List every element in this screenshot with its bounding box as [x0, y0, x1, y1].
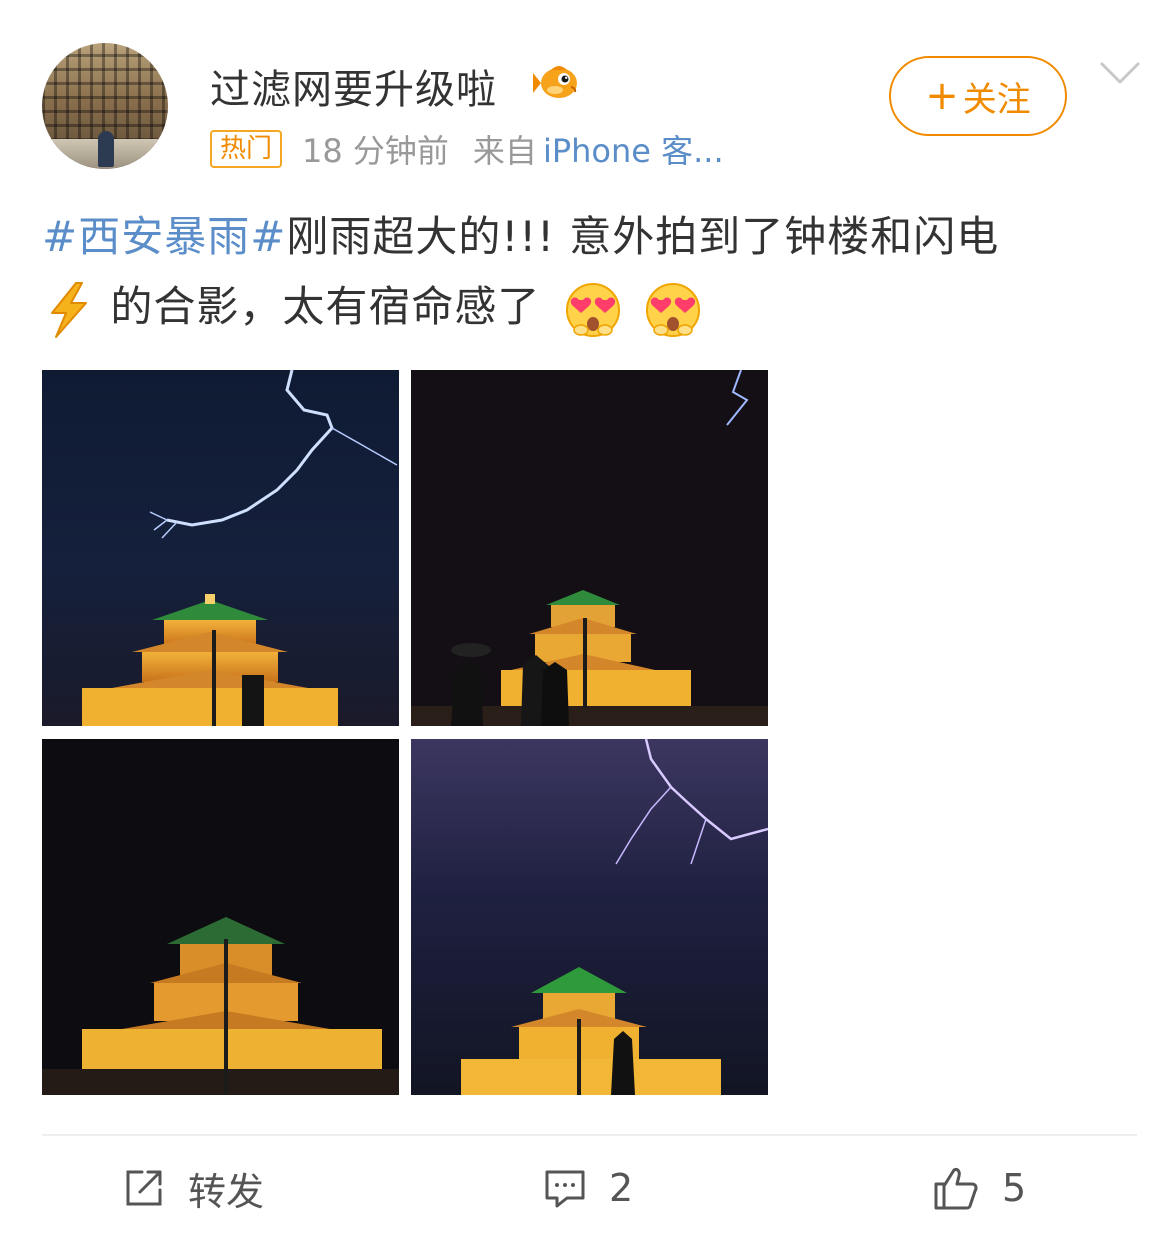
- post-text: #西安暴雨#刚雨超大的!!! 意外拍到了钟楼和闪电 的合影，太有宿命感了: [42, 202, 1132, 342]
- clock-tower-purple-lightning-photo[interactable]: [411, 739, 768, 1095]
- chevron-down-icon[interactable]: [1098, 58, 1142, 88]
- repost-label: 转发: [188, 1169, 265, 1214]
- username[interactable]: 过滤网要升级啦: [210, 57, 497, 115]
- thumbs-up-icon: [934, 1168, 978, 1210]
- plus-icon: +: [925, 73, 959, 119]
- repost-button[interactable]: 转发: [122, 1160, 264, 1216]
- clock-tower-night-photo[interactable]: [42, 739, 399, 1095]
- clock-tower-lightning-photo[interactable]: [42, 370, 399, 726]
- source-link[interactable]: iPhone 客...: [543, 126, 724, 172]
- post-text-part2: 的合影，太有宿命感了: [110, 282, 541, 331]
- like-button[interactable]: 5: [932, 1160, 1026, 1216]
- post-text-part1: 刚雨超大的!!! 意外拍到了钟楼和闪电: [286, 212, 1000, 261]
- comment-button[interactable]: 2: [543, 1160, 633, 1216]
- fish-emoji-icon: [533, 66, 577, 98]
- comment-icon: [545, 1170, 585, 1208]
- like-count: 5: [1002, 1166, 1027, 1210]
- heart-eyes-emoji-icon: [565, 282, 620, 337]
- share-icon: [126, 1170, 162, 1206]
- heart-eyes-emoji-icon: [646, 282, 701, 337]
- comment-count: 2: [609, 1166, 634, 1210]
- follow-label: 关注: [962, 79, 1031, 120]
- lightning-emoji-icon: [51, 281, 87, 338]
- avatar-figure: [98, 131, 114, 167]
- follow-button[interactable]: + 关注: [889, 56, 1067, 136]
- hashtag-link[interactable]: #西安暴雨#: [42, 212, 286, 261]
- divider: [42, 1134, 1137, 1136]
- post-time: 18 分钟前: [302, 132, 449, 170]
- post-meta: 热门 18 分钟前 来自 iPhone 客...: [210, 126, 724, 172]
- source-label: 来自: [472, 132, 537, 170]
- avatar[interactable]: [42, 43, 168, 169]
- hot-badge: 热门: [210, 130, 283, 168]
- clock-tower-crowd-photo[interactable]: [411, 370, 768, 726]
